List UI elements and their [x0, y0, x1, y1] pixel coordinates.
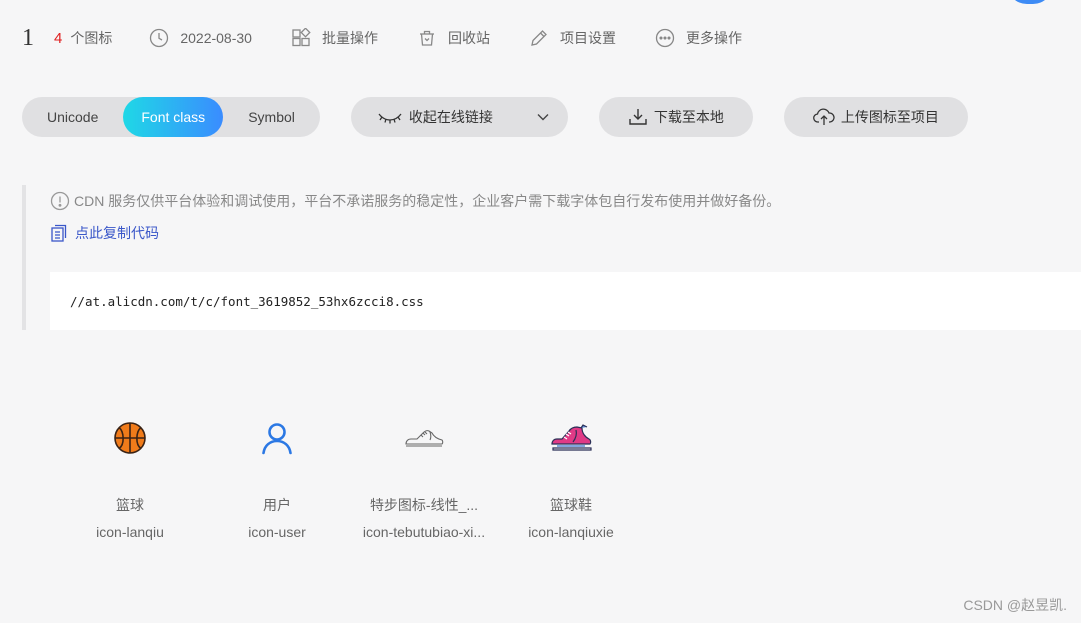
cdn-notice: CDN 服务仅供平台体验和调试使用，平台不承诺服务的稳定性，企业客户需下载字体包…: [50, 191, 780, 211]
project-settings-button[interactable]: 项目设置: [528, 27, 616, 49]
format-tabs: Unicode Font class Symbol: [22, 97, 320, 137]
icon-class: icon-lanqiu: [96, 524, 164, 540]
clock-icon: [148, 27, 170, 49]
icon-class: icon-lanqiuxie: [528, 524, 614, 540]
pencil-icon: [528, 27, 550, 49]
more-dots-icon: [654, 27, 676, 49]
collapse-online-link-button[interactable]: 收起在线链接: [350, 97, 568, 137]
batch-operation-button[interactable]: 批量操作: [290, 27, 378, 49]
avatar-corner: [1007, 0, 1053, 4]
icon-name: 篮球鞋: [550, 497, 592, 513]
basketball-shoe-icon: [496, 410, 646, 466]
css-url-code[interactable]: //at.alicdn.com/t/c/font_3619852_53hx6zc…: [50, 272, 1081, 330]
project-header: 1 4 个图标 2022-08-30 批量操作 回收站 项目设置 更多操作: [22, 22, 780, 54]
icon-card-lanqiuxie[interactable]: 篮球鞋 icon-lanqiuxie: [496, 410, 646, 540]
cloud-upload-icon: [812, 108, 835, 126]
tab-symbol[interactable]: Symbol: [223, 97, 320, 137]
chevron-down-icon: [536, 110, 550, 124]
basketball-icon: [55, 410, 205, 466]
trash-icon: [416, 27, 438, 49]
watermark: CSDN @赵昱凯.: [963, 597, 1067, 613]
step-number: 1: [22, 24, 34, 51]
icon-name: 特步图标-线性_...: [369, 497, 479, 513]
grid-icon: [290, 27, 312, 49]
icon-count: 4: [54, 29, 63, 47]
recycle-bin-button[interactable]: 回收站: [416, 27, 490, 49]
icon-count-label: 个图标: [70, 30, 113, 46]
more-actions-button[interactable]: 更多操作: [654, 27, 742, 49]
icon-card-user[interactable]: 用户 icon-user: [202, 410, 352, 540]
copy-code-link[interactable]: 点此复制代码: [50, 223, 159, 243]
sneaker-outline-icon: [349, 410, 499, 466]
info-icon: [50, 191, 70, 211]
icon-name: 用户: [263, 497, 291, 513]
tab-unicode[interactable]: Unicode: [22, 97, 123, 137]
download-local-button[interactable]: 下载至本地: [598, 97, 753, 137]
toolbar: Unicode Font class Symbol 收起在线链接 下载至本地 上…: [22, 97, 999, 137]
download-icon: [628, 108, 648, 126]
upload-to-project-button[interactable]: 上传图标至项目: [783, 97, 968, 137]
icon-name: 篮球: [116, 497, 144, 513]
cdn-notice-panel: CDN 服务仅供平台体验和调试使用，平台不承诺服务的稳定性，企业客户需下载字体包…: [22, 185, 1081, 330]
icon-card-tebutubiao[interactable]: 特步图标-线性_... icon-tebutubiao-xi...: [349, 410, 499, 540]
created-date: 2022-08-30: [148, 27, 252, 49]
icon-class: icon-user: [248, 524, 306, 540]
icon-list: 篮球 icon-lanqiu 用户 icon-user 特步图标-线性_... …: [55, 410, 643, 540]
icon-class: icon-tebutubiao-xi...: [362, 524, 486, 540]
user-icon: [202, 410, 352, 466]
eye-closed-icon: [377, 110, 403, 124]
copy-icon: [51, 224, 67, 242]
icon-card-lanqiu[interactable]: 篮球 icon-lanqiu: [55, 410, 205, 540]
tab-font-class[interactable]: Font class: [123, 97, 224, 137]
